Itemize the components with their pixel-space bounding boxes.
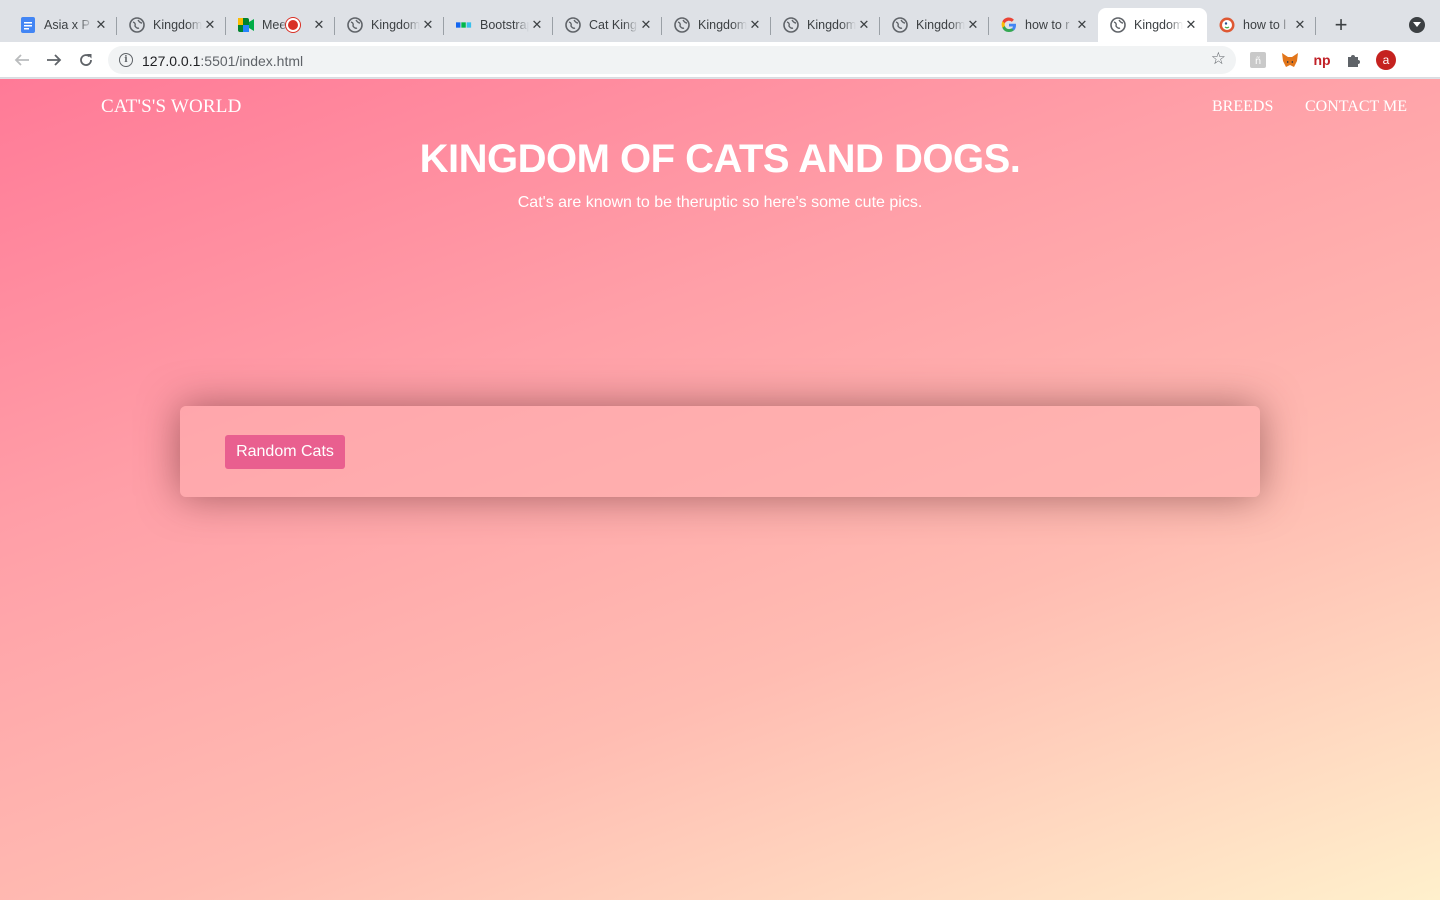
browser-tab[interactable]: how to r ✕: [989, 8, 1098, 42]
tab-search-icon[interactable]: [1409, 17, 1425, 33]
google-icon: [1001, 17, 1017, 33]
close-icon[interactable]: ✕: [638, 17, 654, 33]
reload-icon[interactable]: [74, 48, 98, 72]
close-icon[interactable]: ✕: [93, 17, 109, 33]
web-page: CAT'S'S WORLD BREEDS CONTACT ME KINGDOM …: [0, 79, 1440, 900]
profile-avatar[interactable]: a: [1376, 50, 1396, 70]
forward-arrow-icon[interactable]: [42, 48, 66, 72]
tab-title: Kingdom: [1134, 18, 1183, 32]
close-icon[interactable]: ✕: [311, 17, 327, 33]
browser-tab[interactable]: Kingdom ✕: [117, 8, 226, 42]
browser-tab[interactable]: Kingdom ✕: [662, 8, 771, 42]
random-cats-button[interactable]: Random Cats: [225, 435, 345, 469]
globe-icon: [129, 17, 145, 33]
globe-icon: [565, 17, 581, 33]
url-text: 127.0.0.1:5501/index.html: [142, 53, 303, 69]
tab-title: Kingdom: [698, 18, 747, 32]
npm-extension-icon[interactable]: np: [1312, 50, 1332, 70]
browser-tab[interactable]: Kingdom ✕: [880, 8, 989, 42]
close-icon[interactable]: ✕: [747, 17, 763, 33]
tab-separator: [1315, 17, 1316, 35]
profile-initial: a: [1382, 53, 1390, 67]
tab-title: Kingdom: [153, 18, 202, 32]
globe-icon: [674, 17, 690, 33]
nav-link-breeds[interactable]: BREEDS: [1212, 98, 1273, 116]
hero-subtitle: Cat's are known to be theruptic so here'…: [517, 194, 923, 211]
site-brand[interactable]: CAT'S'S WORLD: [101, 96, 242, 118]
google-meet-icon: [238, 17, 254, 33]
browser-tab[interactable]: Kingdom ✕: [771, 8, 880, 42]
close-icon[interactable]: ✕: [965, 17, 981, 33]
tab-strip: Asia x P ✕ Kingdom ✕ Mee ✕ Kingdom ✕ Boo…: [0, 0, 1440, 42]
nav-link-contact[interactable]: CONTACT ME: [1305, 98, 1407, 116]
close-icon[interactable]: ✕: [420, 17, 436, 33]
new-tab-icon[interactable]: +: [1329, 12, 1353, 37]
address-bar[interactable]: i 127.0.0.1:5501/index.html ☆: [108, 46, 1236, 74]
globe-icon: [1110, 17, 1126, 33]
url-host: 127.0.0.1: [142, 53, 201, 69]
close-icon[interactable]: ✕: [202, 17, 218, 33]
recording-indicator-icon: [288, 20, 298, 30]
tab-title: Kingdom: [807, 18, 856, 32]
globe-icon: [783, 17, 799, 33]
metamask-fox-icon[interactable]: [1280, 50, 1300, 70]
google-docs-icon: [20, 17, 36, 33]
close-icon[interactable]: ✕: [1292, 17, 1308, 33]
cats-card: Random Cats: [180, 406, 1260, 497]
tab-title: how to r: [1025, 18, 1070, 32]
close-icon[interactable]: ✕: [529, 17, 545, 33]
bookmark-star-icon[interactable]: ☆: [1211, 49, 1226, 69]
tab-title: how to l: [1243, 18, 1287, 32]
browser-tab[interactable]: Cat King ✕: [553, 8, 662, 42]
browser-tab[interactable]: Mee ✕: [226, 8, 335, 42]
tab-title: Mee: [262, 18, 287, 32]
duckduckgo-icon: [1219, 17, 1235, 33]
browser-toolbar: i 127.0.0.1:5501/index.html ☆ ñ np: [0, 42, 1440, 110]
browser-tab[interactable]: Bootstrap ✕: [444, 8, 553, 42]
hero-title: KINGDOM OF CATS AND DOGS.: [419, 137, 1021, 181]
browser-tab[interactable]: how to l ✕: [1207, 8, 1316, 42]
globe-icon: [892, 17, 908, 33]
browser-tab[interactable]: Asia x P ✕: [8, 8, 117, 42]
tab-title: Cat King: [589, 18, 637, 32]
url-path: :5501/index.html: [200, 53, 304, 69]
mdb-icon: [456, 17, 472, 33]
npm-extension-label: np: [1313, 52, 1331, 68]
tab-title: Asia x P: [44, 18, 90, 32]
browser-tab[interactable]: Kingdom ✕: [335, 8, 444, 42]
extensions-puzzle-icon[interactable]: [1344, 50, 1364, 70]
tab-title: Bootstrap: [480, 18, 529, 32]
tab-title: Kingdom: [371, 18, 420, 32]
browser-tab-active[interactable]: Kingdom ✕: [1098, 8, 1207, 42]
close-icon[interactable]: ✕: [856, 17, 872, 33]
tab-title: Kingdom: [916, 18, 965, 32]
extension-icon[interactable]: ñ: [1248, 50, 1268, 70]
info-icon[interactable]: i: [119, 53, 133, 67]
back-arrow-icon[interactable]: [10, 48, 34, 72]
globe-icon: [347, 17, 363, 33]
svg-text:ñ: ñ: [1255, 56, 1261, 67]
close-icon[interactable]: ✕: [1074, 17, 1090, 33]
close-icon[interactable]: ✕: [1183, 17, 1199, 33]
